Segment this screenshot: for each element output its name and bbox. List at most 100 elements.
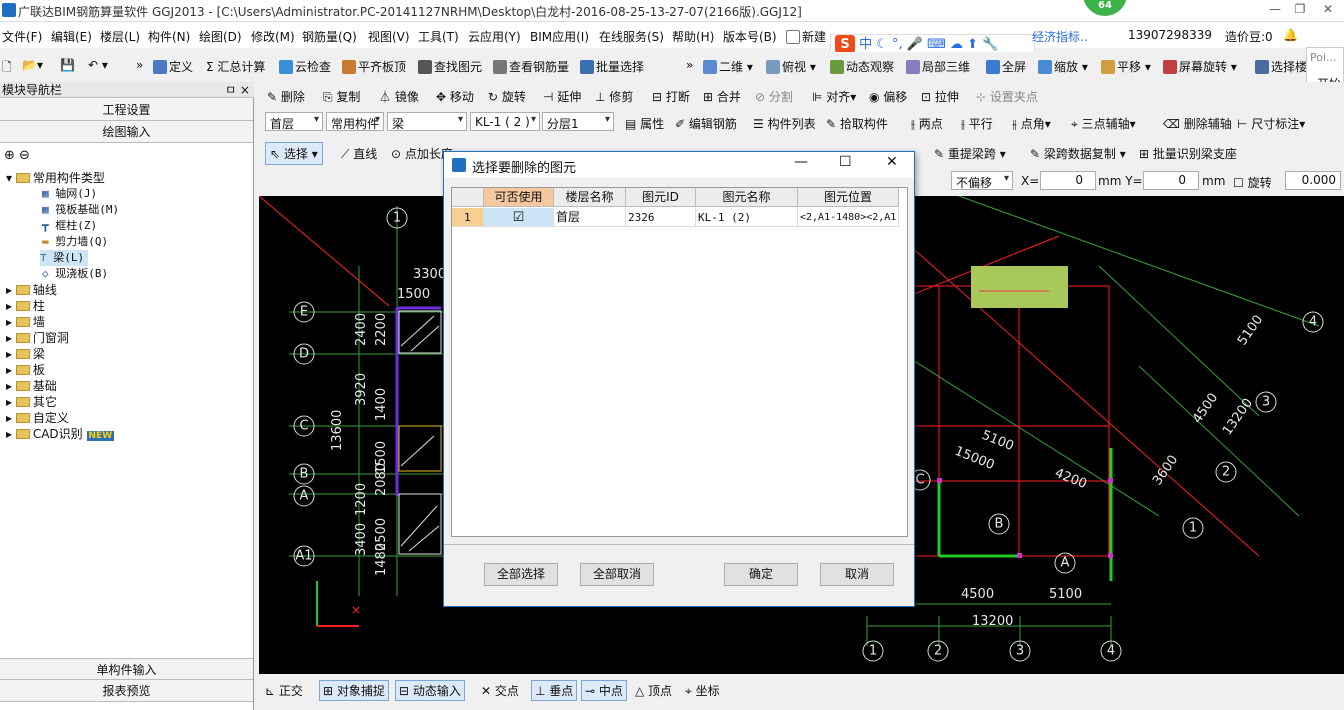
top-view-button[interactable]: 俯视 ▾ bbox=[766, 58, 816, 75]
tree-custom[interactable]: ▸ 自定义 bbox=[6, 410, 69, 426]
row-name[interactable]: KL-1 (2) bbox=[696, 208, 798, 227]
menu-online[interactable]: 在线服务(S) bbox=[599, 28, 664, 45]
dialog-minimize-button[interactable]: — bbox=[794, 154, 808, 170]
flush-slab-button[interactable]: 平齐板顶 bbox=[342, 58, 406, 75]
rebuild-span-button[interactable]: ✎ 重提梁跨 ▾ bbox=[934, 145, 1006, 162]
tree-shear-wall[interactable]: ▬ 剪力墙(Q) bbox=[42, 234, 108, 250]
intersection-toggle[interactable]: ✕ 交点 bbox=[481, 682, 519, 699]
row-usable-checkbox[interactable]: ☑ bbox=[484, 208, 554, 227]
copy-button[interactable]: ⎘ 复制 bbox=[323, 88, 360, 105]
menu-draw[interactable]: 绘图(D) bbox=[199, 28, 242, 45]
cloud-check-button[interactable]: 云检查 bbox=[279, 58, 331, 75]
nav-pin-close[interactable]: ㅁ × bbox=[225, 82, 250, 98]
col-header-floor[interactable]: 楼层名称 bbox=[554, 188, 626, 207]
restore-button[interactable]: ❐ bbox=[1290, 2, 1310, 18]
define-button[interactable]: 定义 bbox=[153, 58, 193, 75]
menu-edit[interactable]: 编辑(E) bbox=[51, 28, 92, 45]
tree-beam-group[interactable]: ▸ 梁 bbox=[6, 346, 45, 362]
ok-button[interactable]: 确定 bbox=[724, 563, 798, 586]
menu-component[interactable]: 构件(N) bbox=[148, 28, 190, 45]
local-3d-button[interactable]: 局部三维 bbox=[906, 58, 970, 75]
layer-select[interactable]: 分层1 bbox=[542, 112, 614, 131]
report-preview-button[interactable]: 报表预览 bbox=[0, 680, 253, 702]
dynamic-input-toggle[interactable]: ⊟ 动态输入 bbox=[395, 680, 465, 701]
dimension-button[interactable]: ⊢ 尺寸标注▾ bbox=[1237, 115, 1305, 132]
menu-tools[interactable]: 工具(T) bbox=[418, 28, 459, 45]
col-header-usable[interactable]: 可否使用 bbox=[484, 188, 554, 207]
object-snap-toggle[interactable]: ⊞ 对象捕捉 bbox=[319, 680, 389, 701]
span-copy-button[interactable]: ✎ 梁跨数据复制 ▾ bbox=[1030, 145, 1126, 162]
ortho-toggle[interactable]: ⊾ 正交 bbox=[265, 682, 303, 699]
screen-rotate-button[interactable]: 屏幕旋转 ▾ bbox=[1163, 58, 1237, 75]
price-label[interactable]: 造价豆:0 bbox=[1225, 28, 1273, 45]
close-button[interactable]: ✕ bbox=[1318, 2, 1338, 18]
break-button[interactable]: ⊟ 打断 bbox=[652, 88, 690, 105]
tree-beam[interactable]: ⊤ 梁(L) bbox=[40, 250, 89, 266]
menu-bim[interactable]: BIM应用(I) bbox=[530, 28, 589, 45]
tree-axis-grid[interactable]: ▦ 轴网(J) bbox=[42, 186, 97, 202]
three-point-axis-button[interactable]: ⌖ 三点辅轴▾ bbox=[1071, 115, 1136, 132]
undo-icon[interactable]: ↶ ▾ bbox=[88, 58, 108, 72]
open-file-icon[interactable]: 📂▾ bbox=[22, 58, 43, 72]
perpendicular-toggle[interactable]: ⊥ 垂点 bbox=[531, 680, 578, 701]
set-grip-button[interactable]: ⊹ 设置夹点 bbox=[976, 88, 1038, 105]
single-component-button[interactable]: 单构件输入 bbox=[0, 658, 253, 680]
tree-wall[interactable]: ▸ 墙 bbox=[6, 314, 45, 330]
tree-slab[interactable]: ▸ 板 bbox=[6, 362, 45, 378]
collapse-all-icon[interactable]: ⊖ bbox=[19, 148, 30, 163]
menu-floor[interactable]: 楼层(L) bbox=[100, 28, 140, 45]
deselect-all-button[interactable]: 全部取消 bbox=[580, 563, 654, 586]
project-settings-button[interactable]: 工程设置 bbox=[0, 99, 253, 121]
minimize-button[interactable]: — bbox=[1265, 2, 1285, 18]
edit-rebar-button[interactable]: ✐ 编辑钢筋 bbox=[675, 115, 737, 132]
point-angle-button[interactable]: ⫳ 点角▾ bbox=[1012, 115, 1051, 132]
rotate-button[interactable]: ↻ 旋转 bbox=[488, 88, 526, 105]
row-position[interactable]: <2,A1-1480><2,A1 bbox=[798, 208, 899, 227]
cancel-button[interactable]: 取消 bbox=[820, 563, 894, 586]
menu-version[interactable]: 版本号(B) bbox=[723, 28, 777, 45]
econ-link[interactable]: 经济指标.. bbox=[1032, 28, 1088, 45]
tree-cad-recognition[interactable]: ▸ CAD识别 NEW bbox=[6, 426, 115, 442]
select-floor-button[interactable]: 选择楼 bbox=[1255, 58, 1307, 75]
find-element-button[interactable]: 查找图元 bbox=[418, 58, 482, 75]
two-point-button[interactable]: ⫲ 两点 bbox=[911, 115, 943, 132]
offset-select[interactable]: 不偏移 bbox=[951, 171, 1013, 190]
menu-cloud[interactable]: 云应用(Y) bbox=[468, 28, 521, 45]
menu-rebar[interactable]: 钢筋量(Q) bbox=[302, 28, 357, 45]
x-input[interactable]: 0 bbox=[1040, 171, 1096, 190]
tree-foundation[interactable]: ▸ 基础 bbox=[6, 378, 57, 394]
line-button[interactable]: ⟋ 直线 bbox=[341, 145, 377, 162]
draw-input-button[interactable]: 绘图输入 bbox=[0, 121, 253, 143]
menu-file[interactable]: 文件(F) bbox=[2, 28, 42, 45]
parallel-button[interactable]: ⫲ 平行 bbox=[961, 115, 993, 132]
merge-button[interactable]: ⊞ 合并 bbox=[703, 88, 741, 105]
bell-icon[interactable]: 🔔 bbox=[1283, 28, 1298, 42]
trim-button[interactable]: ⊥ 修剪 bbox=[595, 88, 633, 105]
phone-label[interactable]: 13907298339 bbox=[1128, 28, 1212, 42]
dynamic-view-button[interactable]: 动态观察 bbox=[830, 58, 894, 75]
tree-axis-line[interactable]: ▸ 轴线 bbox=[6, 282, 57, 298]
stretch-button[interactable]: ⊡ 拉伸 bbox=[921, 88, 959, 105]
col-header-name[interactable]: 图元名称 bbox=[696, 188, 798, 207]
properties-button[interactable]: ▤ 属性 bbox=[625, 115, 664, 132]
type-select[interactable]: 梁 bbox=[387, 112, 467, 131]
menu-view[interactable]: 视图(V) bbox=[368, 28, 410, 45]
menu-help[interactable]: 帮助(H) bbox=[672, 28, 714, 45]
poi-field[interactable]: Poi... bbox=[1310, 51, 1337, 64]
view-2d-button[interactable]: 二维 ▾ bbox=[703, 58, 753, 75]
select-all-button[interactable]: 全部选择 bbox=[484, 563, 558, 586]
mirror-button[interactable]: ⏃ 镜像 bbox=[379, 88, 419, 105]
pick-component-button[interactable]: ✎ 拾取构件 bbox=[826, 115, 888, 132]
summary-calc-button[interactable]: Σ 汇总计算 bbox=[206, 58, 265, 75]
category-select[interactable]: 常用构件 bbox=[326, 112, 384, 131]
delete-button[interactable]: ✎ 删除 bbox=[267, 88, 305, 105]
zoom-button[interactable]: 缩放 ▾ bbox=[1038, 58, 1088, 75]
move-button[interactable]: ✥ 移动 bbox=[436, 88, 474, 105]
save-icon[interactable]: 💾 bbox=[60, 58, 75, 72]
extend-button[interactable]: ⊣ 延伸 bbox=[543, 88, 581, 105]
overflow-chevron-icon[interactable]: » bbox=[686, 58, 693, 72]
midpoint-toggle[interactable]: ⊸ 中点 bbox=[581, 680, 627, 701]
fullscreen-button[interactable]: 全屏 bbox=[986, 58, 1026, 75]
menu-modify[interactable]: 修改(M) bbox=[251, 28, 295, 45]
rotate-checkbox[interactable]: ☐ 旋转 bbox=[1233, 174, 1272, 191]
